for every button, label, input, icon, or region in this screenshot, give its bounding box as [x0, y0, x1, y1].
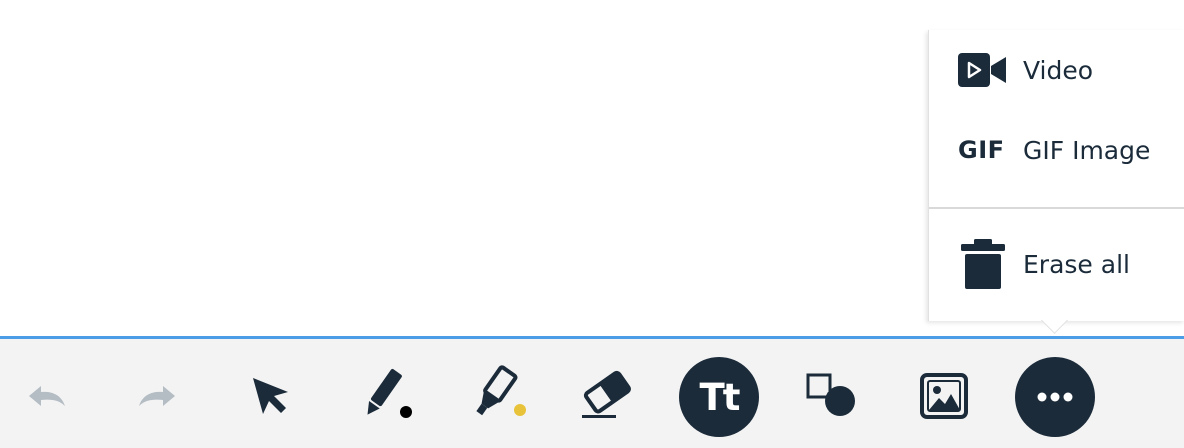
- more-button[interactable]: [1015, 357, 1095, 437]
- redo-icon: [139, 386, 175, 406]
- menu-item-label: Erase all: [1023, 249, 1130, 279]
- shapes-icon: [806, 373, 855, 416]
- bottom-toolbar: Tt: [0, 339, 1184, 448]
- undo-icon: [29, 386, 65, 406]
- highlighter-icon: [476, 365, 526, 416]
- video-icon: [958, 45, 1008, 95]
- eraser-tool[interactable]: [578, 369, 638, 421]
- select-tool[interactable]: [246, 373, 294, 417]
- menu-item-video[interactable]: Video: [929, 40, 1184, 100]
- menu-item-erase-all[interactable]: Erase all: [929, 234, 1184, 294]
- pen-icon: [367, 369, 412, 418]
- menu-item-label: Video: [1023, 55, 1094, 85]
- text-tool-label: Tt: [699, 375, 741, 419]
- more-options-menu: Video GIF GIF Image Erase all: [928, 30, 1184, 334]
- image-icon: [920, 373, 968, 419]
- shapes-tool[interactable]: [804, 371, 858, 419]
- menu-item-label: GIF Image: [1023, 135, 1151, 165]
- text-tool[interactable]: Tt: [679, 357, 759, 437]
- undo-button[interactable]: [24, 381, 70, 411]
- highlighter-tool[interactable]: [470, 365, 530, 423]
- pen-tool[interactable]: [358, 365, 418, 423]
- gif-icon: GIF: [958, 125, 1008, 175]
- menu-divider: [929, 207, 1184, 209]
- menu-item-gif-image[interactable]: GIF GIF Image: [929, 120, 1184, 180]
- redo-button[interactable]: [134, 381, 180, 411]
- gif-icon-text: GIF: [958, 136, 1005, 164]
- image-tool[interactable]: [918, 371, 970, 421]
- eraser-icon: [582, 370, 631, 418]
- trash-icon: [961, 239, 1011, 289]
- cursor-icon: [253, 378, 288, 414]
- more-icon: [1015, 357, 1095, 437]
- text-icon: Tt: [679, 357, 759, 437]
